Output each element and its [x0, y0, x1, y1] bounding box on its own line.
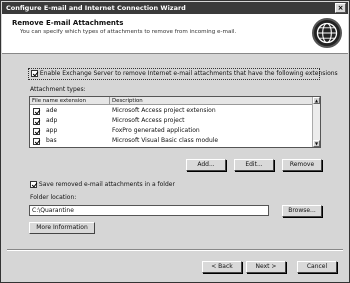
footer-divider: [7, 249, 343, 251]
list-item-extension: ade: [46, 107, 58, 114]
list-header: File name extension Description: [30, 97, 314, 105]
list-scrollbar[interactable]: ▲ ▼: [312, 97, 320, 147]
more-information-button[interactable]: More Information: [29, 222, 95, 234]
list-item-checkbox[interactable]: [33, 137, 40, 145]
save-attachments-check[interactable]: [30, 181, 37, 188]
enable-removal-label: Enable Exchange Server to remove Interne…: [39, 70, 338, 77]
list-item-description: Microsoft Access project: [112, 117, 185, 124]
add-button[interactable]: Add...: [186, 159, 226, 171]
list-item[interactable]: bas Microsoft Visual Basic class module: [30, 136, 314, 146]
page-subtitle: You can specify which types of attachmen…: [20, 29, 237, 35]
list-item-checkbox[interactable]: [33, 117, 40, 125]
attachment-types-label: Attachment types:: [30, 86, 86, 93]
browse-button[interactable]: Browse...: [282, 205, 322, 217]
wizard-header: Remove E-mail Attachments You can specif…: [2, 14, 348, 54]
save-attachments-label: Save removed e-mail attachments in a fol…: [38, 181, 175, 188]
folder-location-label: Folder location:: [30, 194, 77, 201]
globe-icon: [312, 18, 342, 48]
page-title: Remove E-mail Attachments: [12, 19, 124, 27]
list-item-extension: adp: [46, 117, 58, 124]
close-icon[interactable]: ×: [335, 3, 346, 13]
list-item[interactable]: app FoxPro generated application: [30, 126, 314, 136]
window-title: Configure E-mail and Internet Connection…: [6, 4, 186, 12]
list-item-checkbox[interactable]: [33, 107, 40, 115]
save-attachments-checkbox[interactable]: Save removed e-mail attachments in a fol…: [30, 181, 175, 188]
list-item-description: Microsoft Visual Basic class module: [112, 137, 219, 144]
enable-removal-check[interactable]: [31, 70, 38, 77]
attachment-list[interactable]: File name extension Description ade Micr…: [29, 96, 321, 148]
list-item-description: Microsoft Access project extension: [112, 107, 216, 114]
list-item[interactable]: adp Microsoft Access project: [30, 116, 314, 126]
cancel-button[interactable]: Cancel: [297, 261, 337, 273]
column-header-extension[interactable]: File name extension: [30, 97, 110, 105]
list-item-extension: bas: [46, 137, 57, 144]
edit-button[interactable]: Edit...: [234, 159, 274, 171]
list-item-checkbox[interactable]: [33, 127, 40, 135]
list-item-description: FoxPro generated application: [112, 127, 200, 134]
list-item-extension: app: [46, 127, 58, 134]
back-button[interactable]: < Back: [202, 261, 242, 273]
folder-location-input[interactable]: C:\Quarantine: [29, 205, 269, 216]
wizard-window: Configure E-mail and Internet Connection…: [0, 0, 350, 283]
scroll-down-icon[interactable]: ▼: [313, 140, 320, 147]
column-header-description[interactable]: Description: [110, 97, 314, 105]
next-button[interactable]: Next >: [246, 261, 286, 273]
title-bar: Configure E-mail and Internet Connection…: [2, 2, 348, 14]
wizard-body: Enable Exchange Server to remove Interne…: [2, 55, 348, 283]
scroll-up-icon[interactable]: ▲: [313, 97, 320, 104]
remove-button[interactable]: Remove: [282, 159, 322, 171]
list-item[interactable]: ade Microsoft Access project extension: [30, 106, 314, 116]
enable-removal-checkbox[interactable]: Enable Exchange Server to remove Interne…: [28, 68, 338, 80]
